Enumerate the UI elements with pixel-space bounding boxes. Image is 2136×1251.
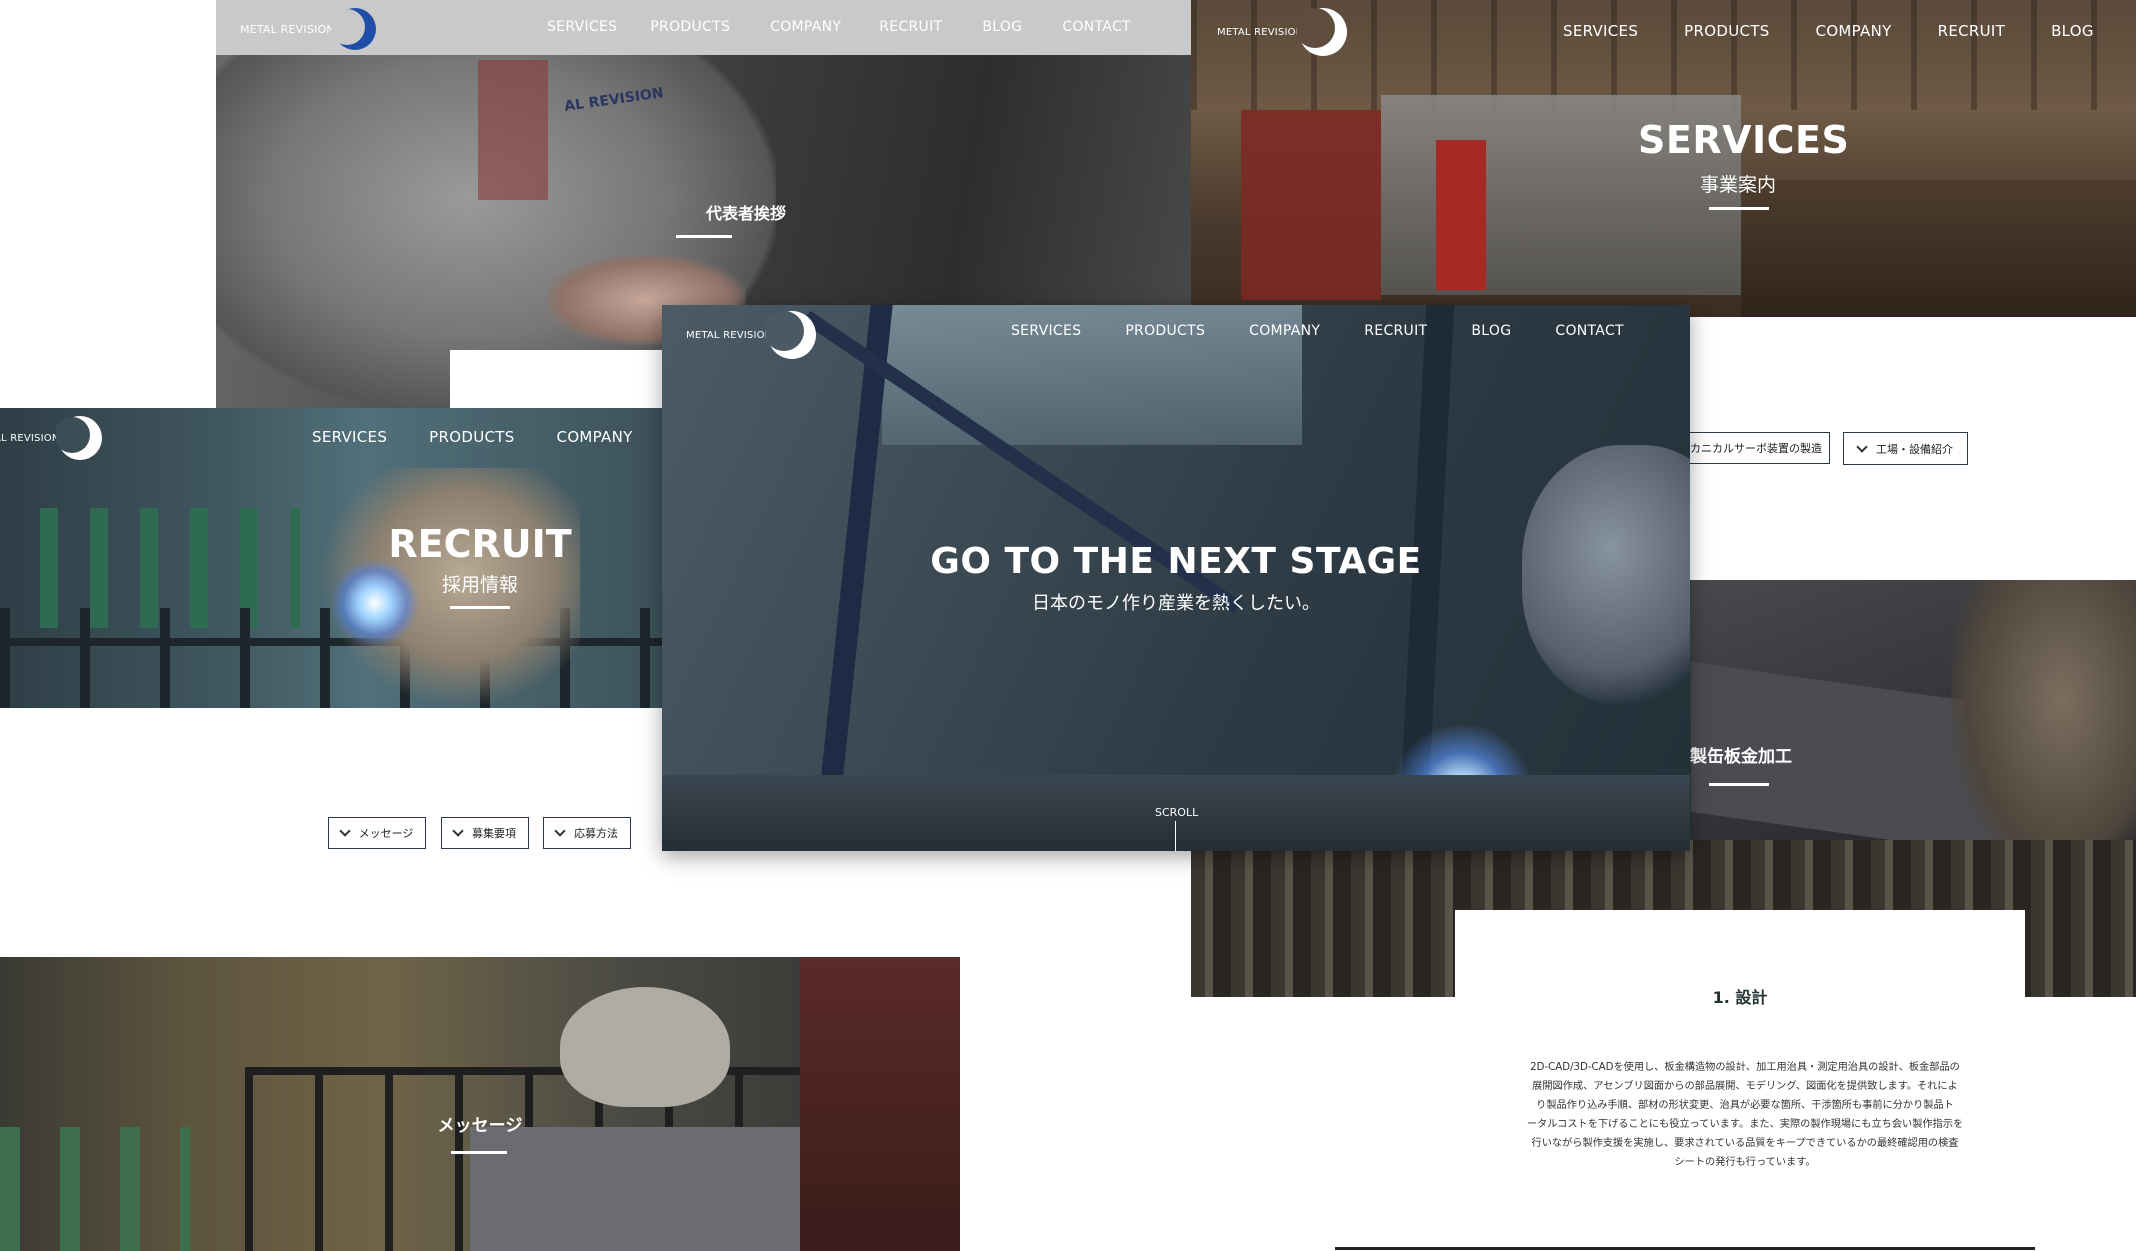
nav-services[interactable]: SERVICES: [312, 428, 387, 446]
scroll-label[interactable]: SCROLL: [1155, 806, 1198, 819]
nav-services[interactable]: SERVICES: [547, 19, 617, 35]
anchor-button-servo[interactable]: カニカルサーボ装置の製造: [1672, 432, 1830, 464]
nav-company[interactable]: COMPANY: [1816, 22, 1892, 40]
anchor-button-apply[interactable]: 応募方法: [543, 817, 631, 849]
message-section-image: メッセージ: [0, 957, 960, 1251]
second-worker-image: [800, 957, 960, 1251]
nav-recruit[interactable]: RECRUIT: [1938, 22, 2005, 40]
body-line: 行いながら製作支援を実施し、要求されている品質をキープできているかの最終確認用の…: [1531, 1138, 1959, 1149]
factory-floor-image: [1741, 180, 2136, 317]
welder-helmet-image: [1522, 445, 1690, 705]
services-page-screenshot: METAL REVISION SERVICES PRODUCTS COMPANY…: [1191, 0, 2136, 317]
recruit-page-screenshot: AL REVISION SERVICES PRODUCTS COMPANY RE…: [0, 408, 662, 708]
message-heading-underline: [451, 1151, 507, 1154]
recruit-title: RECRUIT: [388, 522, 572, 566]
home-tagline: 日本のモノ作り産業を熱くしたい。: [1032, 593, 1320, 614]
worker-cap-image: [560, 987, 730, 1107]
nav-blog[interactable]: BLOG: [1471, 323, 1511, 339]
nav-products[interactable]: PRODUCTS: [650, 19, 730, 35]
anchor-button-servo-label: カニカルサーボ装置の製造: [1690, 442, 1822, 455]
machine-red-panel-image: [1241, 110, 1381, 300]
nav-services[interactable]: SERVICES: [1563, 22, 1638, 40]
sheet-metal-heading-underline: [1709, 783, 1769, 786]
design-step-card: 1. 設計 2D-CAD/3D-CADを使用し、板金構造物の設計、加工用治具・測…: [1335, 910, 2035, 1251]
design-step-title: 1. 設計: [1712, 988, 1768, 1007]
anchor-button-requirements-label: 募集要項: [472, 827, 516, 840]
nav-blog[interactable]: BLOG: [2051, 22, 2094, 40]
content-area: [450, 350, 670, 410]
body-line: 展開図作成、アセンブリ図面からの部品展開、モデリング、図面化を提供致します。それ…: [1532, 1081, 1958, 1092]
recruit-subtitle: 採用情報: [441, 574, 518, 596]
worker-jacket-image: [470, 1127, 800, 1251]
message-heading: メッセージ: [437, 1116, 523, 1136]
sheet-metal-heading: 製缶板金加工: [1690, 747, 1792, 767]
nav-company[interactable]: COMPANY: [770, 19, 841, 35]
moon-logo-icon: [1297, 8, 1348, 56]
design-step-body: 2D-CAD/3D-CADを使用し、板金構造物の設計、加工用治具・測定用治具の設…: [1515, 1058, 1975, 1172]
anchor-button-requirements[interactable]: 募集要項: [441, 817, 529, 849]
worker-shirt-image: [478, 60, 548, 200]
nav-company[interactable]: COMPANY: [557, 428, 633, 446]
services-subtitle: 事業案内: [1699, 174, 1776, 196]
recruit-title-underline: [450, 606, 510, 609]
main-nav: SERVICES PRODUCTS COMPANY RECRUIT BLOG C…: [1011, 323, 1624, 339]
logo-text: METAL REVISION: [686, 329, 773, 341]
gas-cylinders-image: [0, 1127, 190, 1251]
moon-logo-icon: [330, 8, 376, 50]
logo-text: AL REVISION: [0, 432, 60, 444]
body-line: り製品作り込み手順、部材の形状変更、治具が必要な箇所、干渉箇所も事前に分かり製品…: [1536, 1100, 1954, 1111]
chevron-down-icon: [338, 825, 351, 837]
machine-red-panel-2-image: [1436, 140, 1486, 290]
greeting-heading-underline: [676, 235, 732, 238]
body-line: シートの発行も行っています。: [1674, 1157, 1816, 1168]
nav-services[interactable]: SERVICES: [1011, 323, 1081, 339]
site-logo[interactable]: METAL REVISION: [1217, 6, 1349, 58]
glove-image: [1951, 580, 2136, 880]
anchor-button-factory[interactable]: 工場・設備紹介: [1843, 432, 1968, 465]
moon-logo-icon: [766, 311, 817, 359]
greeting-heading: 代表者挨拶: [705, 204, 786, 223]
nav-contact[interactable]: CONTACT: [1555, 323, 1624, 339]
main-nav: SERVICES PRODUCTS COMPANY: [312, 428, 633, 446]
services-title: SERVICES: [1638, 118, 1850, 162]
body-line: 2D-CAD/3D-CADを使用し、板金構造物の設計、加工用治具・測定用治具の設…: [1530, 1062, 1960, 1073]
home-page-screenshot: METAL REVISION SERVICES PRODUCTS COMPANY…: [662, 305, 1690, 851]
anchor-button-apply-label: 応募方法: [574, 827, 618, 840]
nav-recruit[interactable]: RECRUIT: [879, 19, 942, 35]
moon-logo-icon: [55, 416, 102, 460]
anchor-button-message-label: メッセージ: [358, 827, 414, 840]
home-headline: GO TO THE NEXT STAGE: [930, 541, 1422, 582]
chevron-down-icon: [554, 825, 566, 837]
main-nav: SERVICES PRODUCTS COMPANY RECRUIT BLOG C…: [1563, 22, 2136, 40]
anchor-button-factory-label: 工場・設備紹介: [1876, 442, 1953, 456]
services-title-underline: [1709, 207, 1769, 210]
chevron-down-icon: [1856, 440, 1868, 453]
nav-blog[interactable]: BLOG: [982, 19, 1022, 35]
site-logo[interactable]: AL REVISION: [0, 414, 104, 462]
site-logo[interactable]: METAL REVISION: [686, 309, 818, 361]
anchor-button-message[interactable]: メッセージ: [328, 817, 426, 849]
nav-products[interactable]: PRODUCTS: [1684, 22, 1769, 40]
logo-text: METAL REVISION: [1217, 26, 1304, 38]
main-nav: SERVICES PRODUCTS COMPANY RECRUIT BLOG C…: [547, 19, 1131, 35]
nav-products[interactable]: PRODUCTS: [1125, 323, 1205, 339]
nav-products[interactable]: PRODUCTS: [429, 428, 514, 446]
nav-contact[interactable]: CONTACT: [1062, 19, 1131, 35]
body-line: ータルコストを下げることにも役立っています。また、実際の製作現場にも立ち会い製作…: [1526, 1119, 1964, 1130]
chevron-down-icon: [452, 825, 464, 837]
nav-company[interactable]: COMPANY: [1249, 323, 1320, 339]
scroll-indicator-line: [1175, 821, 1176, 851]
nav-recruit[interactable]: RECRUIT: [1364, 323, 1427, 339]
site-logo[interactable]: METAL REVISION: [240, 6, 379, 52]
logo-text: METAL REVISION: [240, 22, 335, 36]
bottom-divider: [1335, 1247, 2035, 1250]
